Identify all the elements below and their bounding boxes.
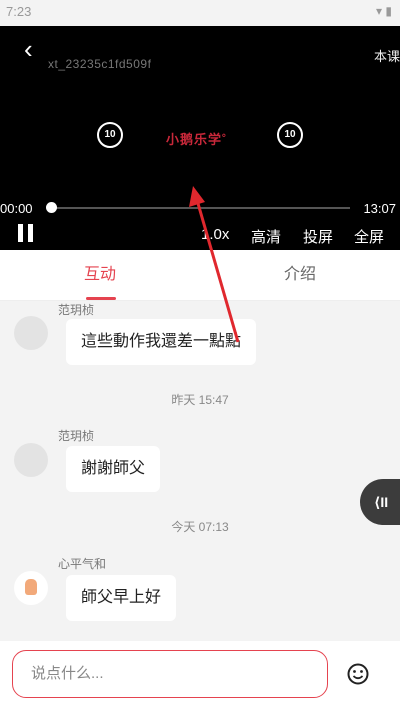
status-bar: 7:23 ▾ ▮	[0, 0, 400, 26]
progress-bar[interactable]	[50, 207, 350, 209]
brand-logo: 小鹅乐学˚	[166, 132, 228, 147]
message-sender: 范玥桢	[58, 429, 95, 443]
message-bubble[interactable]: 師父早上好	[66, 575, 177, 621]
total-time: 13:07	[363, 201, 396, 216]
avatar[interactable]	[14, 571, 48, 605]
fullscreen-button[interactable]: 全屏	[354, 226, 384, 247]
input-bar: 说点什么...	[0, 641, 400, 710]
cast-button[interactable]: 投屏	[303, 226, 333, 247]
speed-button[interactable]: 1.0x	[201, 226, 229, 243]
quality-button[interactable]: 高清	[251, 226, 281, 247]
course-label[interactable]: 本课	[374, 46, 400, 65]
collapse-panel-button[interactable]: ⟨II	[360, 479, 400, 525]
avatar[interactable]	[14, 316, 48, 350]
status-time: 7:23	[6, 4, 32, 19]
chat-list[interactable]: 范玥桢 這些動作我還差一點點 昨天 15:47 范玥桢 謝謝師父 今天 07:1…	[0, 301, 400, 641]
progress-knob[interactable]	[46, 202, 57, 213]
tab-intro[interactable]: 介绍	[200, 250, 400, 300]
rewind-seconds: 10	[104, 129, 116, 140]
pause-icon[interactable]	[18, 224, 36, 242]
rewind-10-icon[interactable]: 10	[97, 122, 123, 148]
message-sender: 范玥桢	[58, 303, 95, 317]
tab-interaction[interactable]: 互动	[0, 250, 200, 300]
message-bubble[interactable]: 謝謝師父	[66, 446, 161, 492]
status-icons: ▾ ▮	[376, 4, 392, 18]
timestamp: 昨天 15:47	[171, 393, 229, 407]
message-bubble[interactable]: 這些動作我還差一點點	[66, 319, 257, 365]
emoji-icon[interactable]	[347, 663, 369, 685]
comment-input[interactable]: 说点什么...	[12, 650, 328, 698]
forward-10-icon[interactable]: 10	[277, 122, 303, 148]
video-player[interactable]: ‹ xt_23235c1fd509f 本课 10 小鹅乐学˚ 10 00:00 …	[0, 26, 400, 250]
avatar[interactable]	[14, 443, 48, 477]
message-sender: 心平气和	[58, 557, 107, 571]
back-icon[interactable]: ‹	[24, 36, 33, 62]
forward-seconds: 10	[284, 129, 296, 140]
video-id-watermark: xt_23235c1fd509f	[48, 57, 152, 71]
tab-bar: 互动 介绍	[0, 250, 400, 301]
current-time: 00:00	[0, 201, 33, 216]
timestamp: 今天 07:13	[171, 520, 229, 534]
